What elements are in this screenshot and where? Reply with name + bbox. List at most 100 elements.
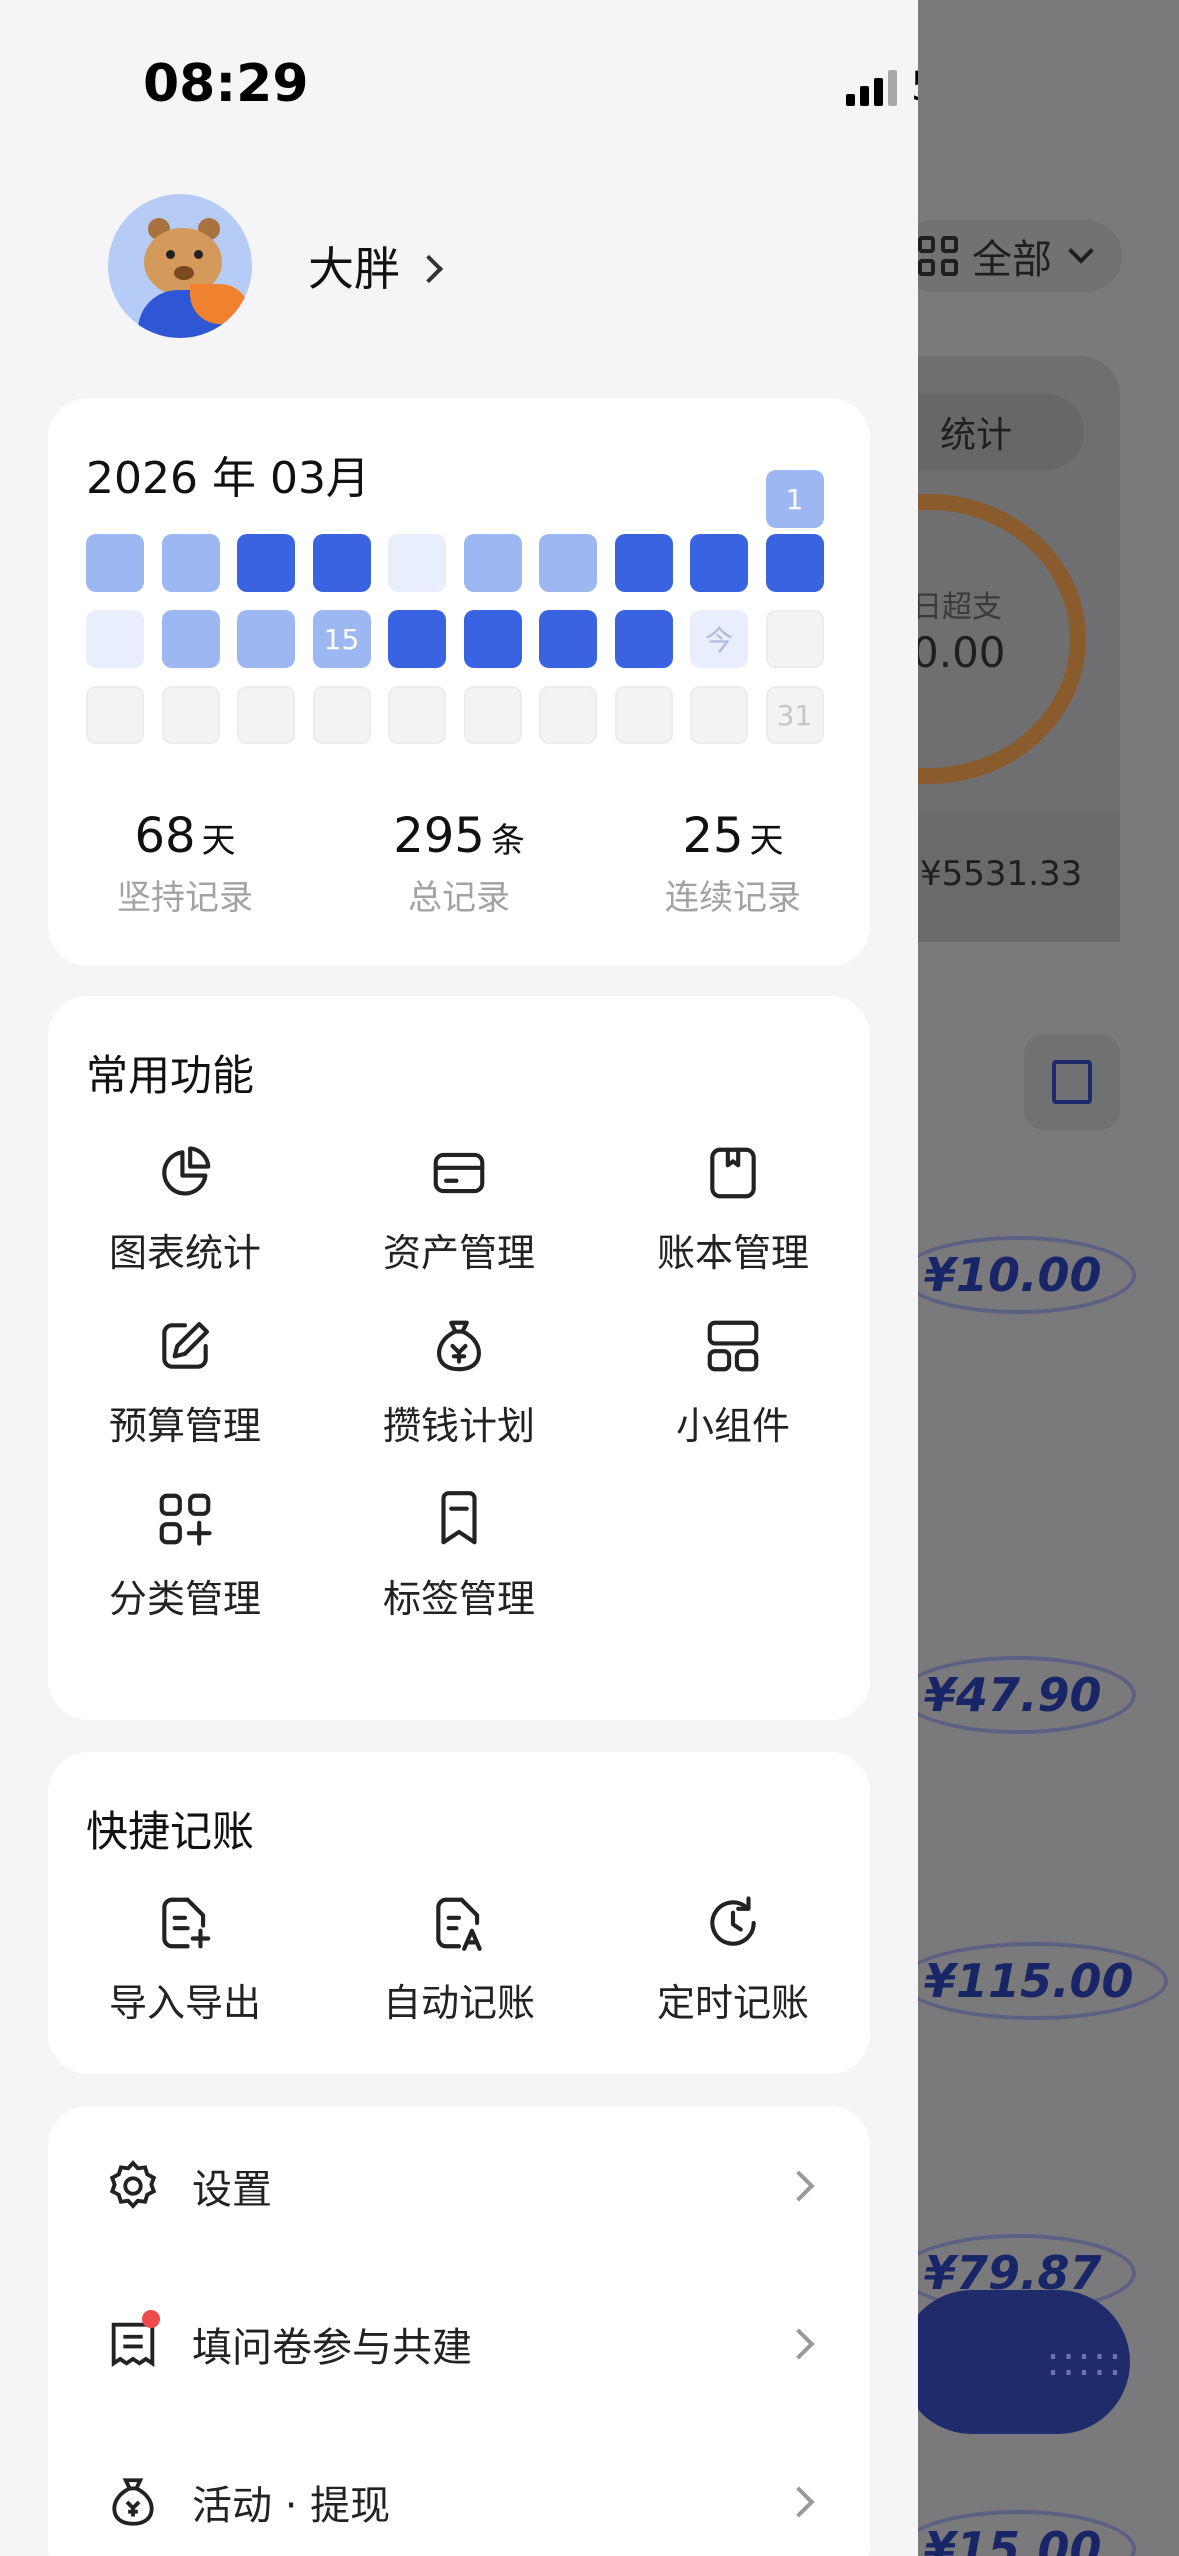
function-label: 图表统计 <box>108 1231 261 1275</box>
function-item[interactable]: 自动记账 <box>322 1892 596 2027</box>
chevron-right-icon <box>783 2486 815 2518</box>
function-item[interactable]: 定时记账 <box>596 1892 870 2027</box>
function-label: 攒钱计划 <box>382 1404 535 1448</box>
keyboard-icon: ::::: <box>1046 2339 1124 2385</box>
calendar-day-cell[interactable] <box>237 686 295 744</box>
menu-label: 填问卷参与共建 <box>192 2325 472 2371</box>
ledger-icon <box>710 1147 756 1199</box>
calendar-day-cell[interactable]: 1 <box>765 470 824 528</box>
function-item[interactable]: 导入导出 <box>48 1892 322 2027</box>
calendar-day-cell[interactable] <box>765 534 824 592</box>
quick-record-card: 快捷记账 导入导出 自动记账 定时记账 <box>48 1752 870 2074</box>
calendar-day-cell[interactable] <box>86 686 144 744</box>
amount-item: ¥10.00 <box>900 1236 1136 1314</box>
calendar-day-cell[interactable] <box>690 534 748 592</box>
signal-icon <box>846 68 897 106</box>
status-indicators: 5G 21 <box>846 64 918 110</box>
calendar-day-cell[interactable] <box>765 610 824 668</box>
function-item[interactable]: 标签管理 <box>322 1488 596 1623</box>
menu-label: 设置 <box>192 2167 272 2213</box>
money-bag-icon <box>437 1320 481 1372</box>
calendar-day-cell[interactable] <box>161 686 220 744</box>
gear-icon <box>109 2160 157 2209</box>
calendar-day-cell[interactable] <box>237 610 295 668</box>
calendar-day-cell[interactable] <box>614 534 673 592</box>
calendar-day-cell[interactable]: 今 <box>690 610 748 668</box>
profile-header[interactable]: 大胖 <box>108 194 444 338</box>
menu-card: 设置 填问卷参与共建 活动 · 提现 <box>48 2106 870 2556</box>
filter-chip[interactable]: 全部 <box>898 220 1122 292</box>
card-icon <box>433 1152 485 1194</box>
function-label: 自动记账 <box>382 1981 535 2025</box>
stat-item: 68 天坚持记录 <box>48 808 322 919</box>
calendar-day-cell[interactable]: 15 <box>312 610 371 668</box>
chevron-down-icon <box>1068 238 1094 264</box>
function-label: 导入导出 <box>108 1981 261 2025</box>
function-label: 预算管理 <box>108 1404 261 1448</box>
menu-item-activity[interactable]: 活动 · 提现 <box>48 2422 870 2556</box>
widget-icon <box>707 1320 759 1372</box>
calendar-day-cell[interactable] <box>388 534 446 592</box>
side-drawer: 08:29 5G 21 大胖 2026 年 03月 1 15 今 31 68天坚持记录… <box>0 0 918 2556</box>
stat-label: 统计 <box>940 415 1013 456</box>
function-label: 分类管理 <box>108 1577 261 1621</box>
calendar-day-cell[interactable] <box>312 686 371 744</box>
calendar-day-cell[interactable] <box>86 534 144 592</box>
calendar-day-cell[interactable] <box>539 534 597 592</box>
stat-number: 68 <box>134 808 196 864</box>
function-label: 标签管理 <box>382 1577 535 1621</box>
function-item[interactable]: 账本管理 <box>596 1142 870 1277</box>
status-bar: 08:29 5G 21 <box>0 0 918 170</box>
calendar-day-cell[interactable] <box>690 686 748 744</box>
calendar-day-cell[interactable] <box>614 610 673 668</box>
function-label: 账本管理 <box>656 1231 809 1275</box>
section-title: 快捷记账 <box>86 1807 255 1856</box>
profile-name[interactable]: 大胖 <box>308 242 400 296</box>
function-item[interactable]: 分类管理 <box>48 1488 322 1623</box>
chevron-right-icon <box>783 2328 815 2360</box>
menu-item-settings[interactable]: 设置 <box>48 2106 870 2266</box>
calendar-day-cell[interactable] <box>388 686 446 744</box>
calendar-day-cell[interactable] <box>463 610 522 668</box>
calendar-day-cell[interactable] <box>161 610 220 668</box>
calendar-day-cell[interactable] <box>388 610 446 668</box>
grid-icon <box>918 236 958 276</box>
auto-record-icon <box>436 1897 482 1951</box>
pie-chart-icon <box>162 1146 211 1196</box>
import-export-icon <box>162 1897 211 1949</box>
common-functions-grid: 图表统计 资产管理 账本管理预算管理 攒钱计划 小组件分类管理 标签管理 <box>48 1142 870 1623</box>
keyboard-fab[interactable]: ::::: <box>900 2290 1130 2434</box>
network-label: 5G <box>911 64 918 110</box>
avatar[interactable] <box>108 194 252 338</box>
function-item[interactable]: 预算管理 <box>48 1315 322 1450</box>
stat-unit: 天 <box>749 821 784 861</box>
function-item[interactable]: 资产管理 <box>322 1142 596 1277</box>
timed-record-icon <box>710 1896 756 1946</box>
stat-unit: 条 <box>490 821 525 861</box>
calendar-title: 2026 年 03月 <box>86 453 370 504</box>
calendar-day-cell[interactable] <box>161 534 220 592</box>
function-label: 小组件 <box>675 1404 790 1448</box>
calendar-day-cell[interactable] <box>463 534 522 592</box>
calendar-day-cell[interactable]: 31 <box>765 686 824 744</box>
calendar-day-cell[interactable] <box>614 686 673 744</box>
chevron-right-icon <box>783 2170 815 2202</box>
menu-item-survey[interactable]: 填问卷参与共建 <box>48 2264 870 2424</box>
function-item[interactable]: 图表统计 <box>48 1142 322 1277</box>
receipt-icon[interactable] <box>1024 1034 1120 1130</box>
calendar-day-cell[interactable] <box>237 534 295 592</box>
stat-unit: 天 <box>201 821 236 861</box>
function-item[interactable]: 小组件 <box>596 1315 870 1450</box>
calendar-day-cell[interactable] <box>463 686 522 744</box>
function-label: 资产管理 <box>382 1231 535 1275</box>
calendar-day-cell[interactable] <box>312 534 371 592</box>
function-item[interactable]: 攒钱计划 <box>322 1315 596 1450</box>
ring-label: 日超支 <box>912 590 1002 625</box>
amount-item: ¥47.90 <box>900 1656 1136 1734</box>
quick-record-grid: 导入导出 自动记账 定时记账 <box>48 1892 870 2027</box>
calendar-day-cell[interactable] <box>539 686 597 744</box>
stats-row: 68 天坚持记录 295 条总记录 25 天连续记录 <box>48 808 870 919</box>
calendar-day-cell[interactable] <box>86 610 144 668</box>
common-functions-card: 常用功能 图表统计 资产管理 账本管理 预算管理 攒钱计划 小组件 分类管理 标签管理 <box>48 996 870 1720</box>
calendar-day-cell[interactable] <box>539 610 597 668</box>
